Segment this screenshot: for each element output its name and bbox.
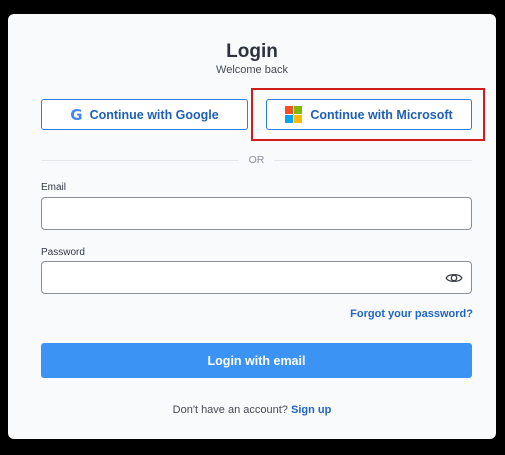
password-label: Password xyxy=(41,247,85,258)
signup-prompt: Don't have an account? xyxy=(172,404,288,416)
login-button-label: Login with email xyxy=(207,353,306,368)
email-field[interactable] xyxy=(41,197,472,230)
divider-line-left xyxy=(41,159,239,161)
email-label: Email xyxy=(41,182,67,193)
divider-text: OR xyxy=(248,154,265,166)
divider-line-right xyxy=(274,159,472,161)
microsoft-logo-icon xyxy=(285,106,303,123)
forgot-password-link[interactable]: Forgot your password? xyxy=(350,308,473,320)
signup-row: Don't have an account? Sign up xyxy=(8,404,496,416)
sign-up-link[interactable]: Sign up xyxy=(291,404,331,416)
eye-icon[interactable] xyxy=(445,269,463,287)
continue-with-microsoft-button[interactable]: Continue with Microsoft xyxy=(266,99,472,130)
google-button-label: Continue with Google xyxy=(89,107,219,122)
continue-with-google-button[interactable]: G Continue with Google xyxy=(41,99,248,130)
page-title: Login xyxy=(226,41,278,62)
login-card: Login Welcome back G Continue with Googl… xyxy=(8,14,496,439)
login-with-email-button[interactable]: Login with email xyxy=(41,343,472,378)
or-divider: OR xyxy=(41,153,472,167)
microsoft-button-label: Continue with Microsoft xyxy=(310,107,453,122)
page-subtitle: Welcome back xyxy=(216,64,288,76)
screenshot-frame: Login Welcome back G Continue with Googl… xyxy=(0,0,505,455)
password-field[interactable] xyxy=(41,261,472,294)
google-g-icon: G xyxy=(70,105,83,124)
